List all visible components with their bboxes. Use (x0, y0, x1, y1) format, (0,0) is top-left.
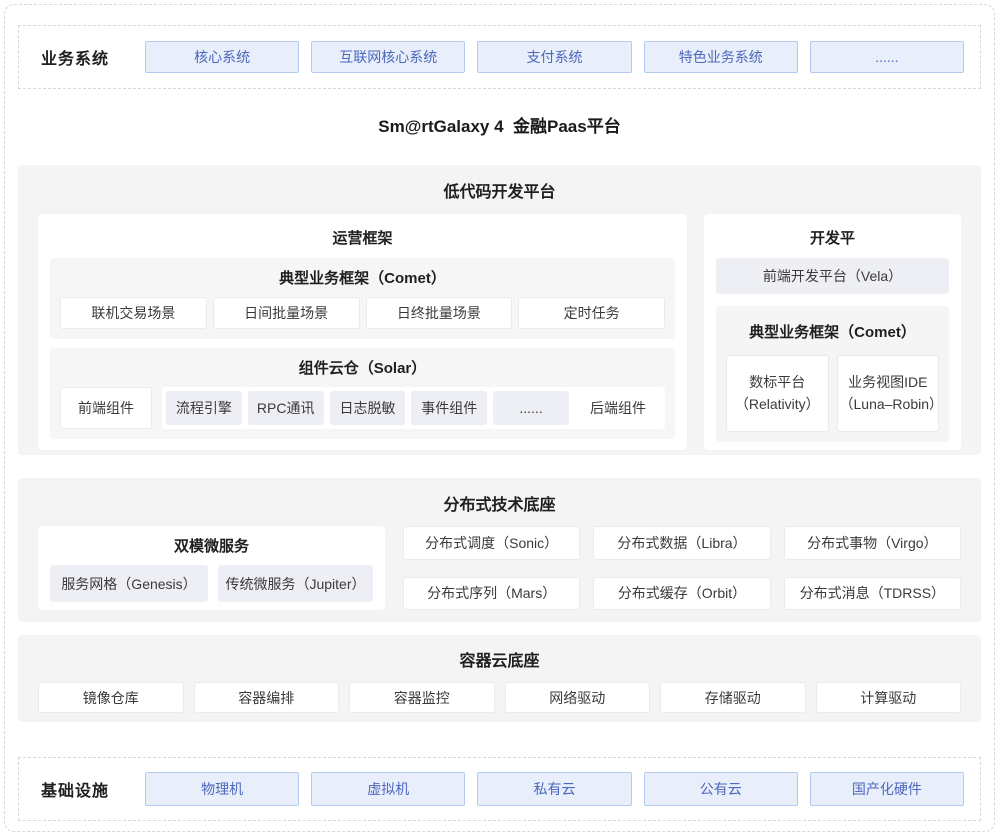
infrastructure-label: 基础设施 (41, 777, 145, 801)
infrastructure-chip: 虚拟机 (311, 772, 465, 806)
dual-mode-item: 传统微服务（Jupiter） (218, 565, 373, 602)
infrastructure-band: 基础设施 物理机 虚拟机 私有云 公有云 国产化硬件 (18, 757, 981, 821)
dev-comet-item-code: （Luna–Robin） (840, 394, 937, 416)
business-system-chip: 互联网核心系统 (311, 41, 465, 73)
comet-framework-box: 典型业务框架（Comet） 联机交易场景 日间批量场景 日终批量场景 定时任务 (50, 258, 675, 339)
business-system-chip: 核心系统 (145, 41, 299, 73)
dev-comet-framework-box: 典型业务框架（Comet） 数标平台 （Relativity） 业务视图IDE … (716, 306, 949, 442)
distributed-service-item: 分布式事物（Virgo） (784, 526, 961, 560)
comet-item: 日终批量场景 (366, 297, 513, 329)
solar-pill-wrap: 流程引擎 RPC通讯 日志脱敏 事件组件 ...... 后端组件 (162, 387, 665, 429)
dev-comet-item: 业务视图IDE （Luna–Robin） (837, 355, 940, 432)
distributed-base-title: 分布式技术底座 (38, 491, 961, 515)
distributed-service-item: 分布式序列（Mars） (403, 577, 580, 611)
business-systems-label: 业务系统 (41, 45, 145, 69)
container-cloud-item: 容器编排 (194, 682, 340, 713)
infrastructure-chip: 私有云 (477, 772, 631, 806)
comet-framework-title: 典型业务框架（Comet） (60, 267, 665, 288)
business-systems-items: 核心系统 互联网核心系统 支付系统 特色业务系统 ...... (145, 41, 964, 73)
business-systems-band: 业务系统 核心系统 互联网核心系统 支付系统 特色业务系统 ...... (18, 25, 981, 89)
dual-mode-items-row: 服务网格（Genesis） 传统微服务（Jupiter） (50, 565, 373, 602)
dev-comet-items-row: 数标平台 （Relativity） 业务视图IDE （Luna–Robin） (726, 355, 939, 432)
infrastructure-items: 物理机 虚拟机 私有云 公有云 国产化硬件 (145, 772, 964, 806)
container-cloud-item: 网络驱动 (505, 682, 651, 713)
business-system-chip: 特色业务系统 (644, 41, 798, 73)
solar-front-item: 前端组件 (60, 387, 152, 429)
comet-item: 日间批量场景 (213, 297, 360, 329)
dev-comet-title: 典型业务框架（Comet） (726, 321, 939, 342)
dual-mode-microservice-panel: 双模微服务 服务网格（Genesis） 传统微服务（Jupiter） (38, 526, 385, 610)
lowcode-platform-body: 运营框架 典型业务框架（Comet） 联机交易场景 日间批量场景 日终批量场景 … (38, 214, 961, 450)
solar-pill-more: ...... (493, 391, 569, 425)
lowcode-platform-section: 低代码开发平台 运营框架 典型业务框架（Comet） 联机交易场景 日间批量场景… (18, 165, 981, 455)
dev-comet-item-code: （Relativity） (735, 394, 820, 416)
infrastructure-chip: 物理机 (145, 772, 299, 806)
dev-platform-title: 开发平 (704, 214, 961, 258)
dual-mode-title: 双模微服务 (50, 526, 373, 565)
container-cloud-item: 计算驱动 (816, 682, 962, 713)
solar-items-row: 前端组件 流程引擎 RPC通讯 日志脱敏 事件组件 ...... 后端组件 (60, 387, 665, 429)
operation-framework-title: 运营框架 (38, 214, 687, 258)
lowcode-platform-title: 低代码开发平台 (38, 178, 961, 202)
solar-back-item: 后端组件 (575, 398, 661, 418)
container-cloud-item: 存储驱动 (660, 682, 806, 713)
solar-pill: 事件组件 (411, 391, 487, 425)
business-system-chip-more: ...... (810, 41, 964, 73)
page-title: Sm@rtGalaxy 4 金融Paas平台 (0, 112, 999, 136)
dev-platform-panel: 开发平 前端开发平台（Vela） 典型业务框架（Comet） 数标平台 （Rel… (704, 214, 961, 450)
vela-frontend-platform: 前端开发平台（Vela） (716, 258, 949, 294)
dev-comet-item-name: 业务视图IDE (848, 372, 927, 394)
comet-item: 联机交易场景 (60, 297, 207, 329)
infrastructure-chip: 国产化硬件 (810, 772, 964, 806)
solar-pill: RPC通讯 (248, 391, 324, 425)
container-cloud-section: 容器云底座 镜像仓库 容器编排 容器监控 网络驱动 存储驱动 计算驱动 (18, 635, 981, 722)
container-cloud-item: 容器监控 (349, 682, 495, 713)
dev-comet-item-name: 数标平台 (749, 372, 805, 394)
business-system-chip: 支付系统 (477, 41, 631, 73)
container-cloud-title: 容器云底座 (38, 647, 961, 671)
distributed-base-section: 分布式技术底座 双模微服务 服务网格（Genesis） 传统微服务（Jupite… (18, 478, 981, 622)
comet-items-row: 联机交易场景 日间批量场景 日终批量场景 定时任务 (60, 297, 665, 329)
distributed-service-item: 分布式缓存（Orbit） (593, 577, 770, 611)
distributed-service-item: 分布式消息（TDRSS） (784, 577, 961, 611)
distributed-services-grid: 分布式调度（Sonic） 分布式数据（Libra） 分布式事物（Virgo） 分… (403, 526, 961, 610)
solar-title: 组件云仓（Solar） (60, 357, 665, 378)
operation-framework-panel: 运营框架 典型业务框架（Comet） 联机交易场景 日间批量场景 日终批量场景 … (38, 214, 687, 450)
solar-component-box: 组件云仓（Solar） 前端组件 流程引擎 RPC通讯 日志脱敏 事件组件 ..… (50, 348, 675, 439)
container-cloud-item: 镜像仓库 (38, 682, 184, 713)
architecture-diagram: 业务系统 核心系统 互联网核心系统 支付系统 特色业务系统 ...... Sm@… (0, 0, 999, 836)
solar-pill: 日志脱敏 (330, 391, 406, 425)
distributed-service-item: 分布式数据（Libra） (593, 526, 770, 560)
container-cloud-items-row: 镜像仓库 容器编排 容器监控 网络驱动 存储驱动 计算驱动 (38, 682, 961, 713)
dev-comet-item: 数标平台 （Relativity） (726, 355, 829, 432)
solar-pill: 流程引擎 (166, 391, 242, 425)
distributed-service-item: 分布式调度（Sonic） (403, 526, 580, 560)
dual-mode-item: 服务网格（Genesis） (50, 565, 208, 602)
distributed-body: 双模微服务 服务网格（Genesis） 传统微服务（Jupiter） 分布式调度… (38, 526, 961, 610)
comet-item: 定时任务 (518, 297, 665, 329)
infrastructure-chip: 公有云 (644, 772, 798, 806)
